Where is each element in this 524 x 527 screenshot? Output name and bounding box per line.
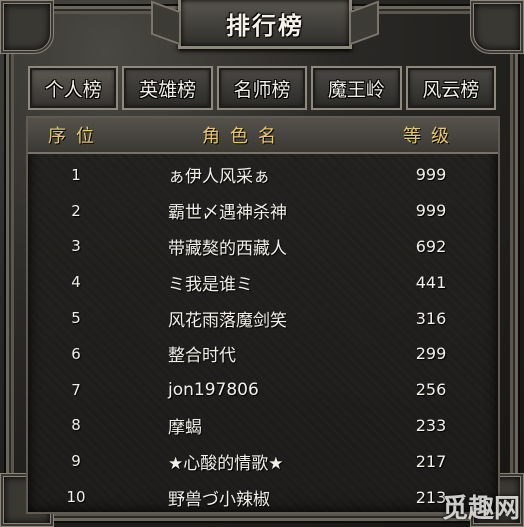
header-level: 等级 xyxy=(403,126,459,147)
level-cell: 999 xyxy=(415,201,447,221)
level-cell: 299 xyxy=(415,344,447,364)
level-cell: 441 xyxy=(415,272,447,292)
level-cell: 692 xyxy=(415,236,447,256)
table-row[interactable]: 9 ★心酸的情歌★ 217 xyxy=(28,443,498,479)
rank-cell: 3 xyxy=(71,237,81,256)
level-cell: 233 xyxy=(415,415,447,435)
frame-corner-ornament xyxy=(0,0,54,54)
table-row[interactable]: 7 jon197806 256 xyxy=(28,372,498,408)
frame-corner-ornament xyxy=(470,0,524,54)
level-cell: 999 xyxy=(415,165,447,185)
tab-demon-ridge[interactable]: 魔王岭 xyxy=(311,66,402,110)
table-row[interactable]: 5 风花雨落魔剑笑 316 xyxy=(28,300,498,336)
title-plate: 排行榜 xyxy=(178,0,352,49)
name-cell: jon197806 xyxy=(168,379,259,400)
table-body: 1 ぁ伊人风采ぁ 999 2 霸世〆遇神杀神 999 3 带藏獒的西藏人 692… xyxy=(28,154,498,515)
name-cell: 霸世〆遇神杀神 xyxy=(168,203,287,224)
rank-cell: 1 xyxy=(71,165,81,184)
header-rank: 序位 xyxy=(48,126,104,147)
ranking-tabs: 个人榜 英雄榜 名师榜 魔王岭 风云榜 xyxy=(28,66,497,110)
table-row[interactable]: 3 带藏獒的西藏人 692 xyxy=(28,229,498,265)
name-cell: ★心酸的情歌★ xyxy=(168,453,284,474)
header-name: 角色名 xyxy=(202,126,286,147)
rank-cell: 5 xyxy=(71,309,81,328)
table-row[interactable]: 2 霸世〆遇神杀神 999 xyxy=(28,193,498,229)
rank-cell: 2 xyxy=(71,201,81,220)
tab-hero[interactable]: 英雄榜 xyxy=(122,66,213,110)
ranking-table: 序位 角色名 等级 1 ぁ伊人风采ぁ 999 2 霸世〆遇神杀神 999 3 带… xyxy=(26,116,500,514)
rank-cell: 10 xyxy=(66,488,86,507)
ranking-window: 排行榜 个人榜 英雄榜 名师榜 魔王岭 风云榜 序位 角色名 等级 1 ぁ伊人风… xyxy=(0,0,524,527)
name-cell: 摩蝎 xyxy=(168,417,202,438)
rank-cell: 7 xyxy=(71,380,81,399)
level-cell: 316 xyxy=(415,308,447,328)
watermark-logo: 觅趣网 xyxy=(441,493,520,524)
name-cell: 野兽づ小辣椒 xyxy=(168,489,270,510)
level-cell: 256 xyxy=(415,380,447,400)
name-cell: ミ我是谁ミ xyxy=(168,274,253,295)
window-title: 排行榜 xyxy=(226,10,304,40)
name-cell: 整合时代 xyxy=(168,346,236,367)
table-row[interactable]: 4 ミ我是谁ミ 441 xyxy=(28,264,498,300)
table-header: 序位 角色名 等级 xyxy=(28,118,498,154)
tab-fengyun[interactable]: 风云榜 xyxy=(405,66,497,110)
name-cell: ぁ伊人风采ぁ xyxy=(168,167,270,188)
table-row[interactable]: 8 摩蝎 233 xyxy=(28,408,498,444)
rank-cell: 8 xyxy=(71,416,81,435)
rank-cell: 9 xyxy=(71,452,81,471)
tab-personal[interactable]: 个人榜 xyxy=(28,66,119,110)
name-cell: 带藏獒的西藏人 xyxy=(168,238,287,259)
rank-cell: 4 xyxy=(71,273,81,292)
table-row[interactable]: 1 ぁ伊人风采ぁ 999 xyxy=(28,157,498,193)
name-cell: 风花雨落魔剑笑 xyxy=(168,310,287,331)
table-row[interactable]: 6 整合时代 299 xyxy=(28,336,498,372)
level-cell: 217 xyxy=(415,451,447,471)
tab-master[interactable]: 名师榜 xyxy=(216,66,308,110)
rank-cell: 6 xyxy=(71,344,81,363)
